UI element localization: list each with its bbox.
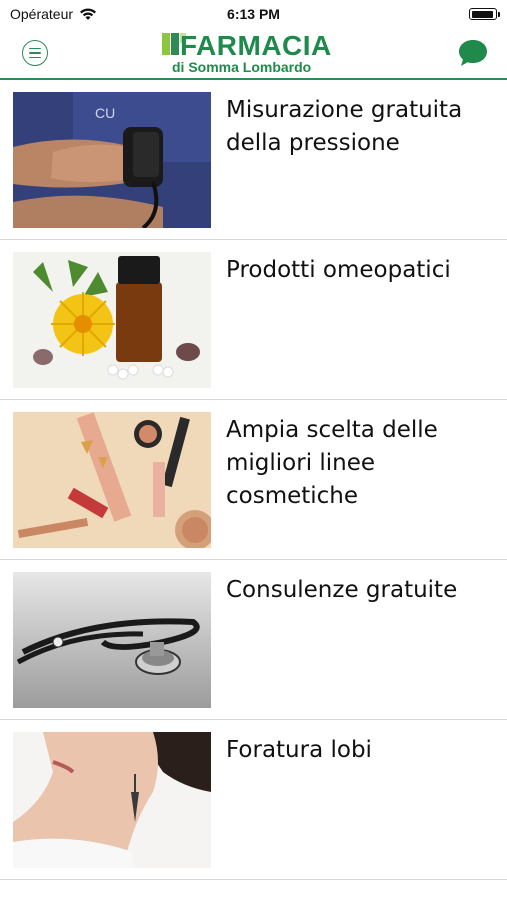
list-item[interactable]: Prodotti omeopatici — [0, 240, 507, 400]
service-title: Ampia scelta delle migliori linee cosmet… — [226, 417, 438, 509]
blood-pressure-photo: CU — [13, 92, 211, 228]
list-item[interactable]: Ampia scelta delle migliori linee cosmet… — [0, 400, 507, 560]
svg-text:CU: CU — [95, 105, 115, 121]
logo-title: FARMACIA — [180, 30, 332, 61]
service-title: Consulenze gratuite — [226, 577, 458, 603]
service-title: Misurazione gratuita della pressione — [226, 97, 463, 156]
app-header: FARMACIA di Somma Lombardo — [0, 28, 507, 80]
status-bar: Opérateur 6:13 PM — [0, 0, 507, 28]
logo-subtitle: di Somma Lombardo — [172, 59, 312, 75]
pharmacy-logo[interactable]: FARMACIA di Somma Lombardo — [162, 30, 352, 76]
earring-photo — [13, 732, 211, 868]
list-item[interactable]: CU Misurazione gratuita della pressione — [0, 80, 507, 240]
cosmetics-photo — [13, 412, 211, 548]
list-item[interactable]: Consulenze gratuite — [0, 560, 507, 720]
clock: 6:13 PM — [227, 6, 280, 22]
list-item[interactable]: Foratura lobi — [0, 720, 507, 880]
stethoscope-photo — [13, 572, 211, 708]
service-title: Foratura lobi — [226, 737, 372, 763]
chat-bubble-icon[interactable] — [457, 38, 489, 68]
service-title: Prodotti omeopatici — [226, 257, 451, 283]
menu-icon[interactable] — [22, 40, 48, 66]
homeopathy-photo — [13, 252, 211, 388]
services-list: CU Misurazione gratuita della pressione — [0, 80, 507, 880]
battery-icon — [469, 8, 500, 20]
